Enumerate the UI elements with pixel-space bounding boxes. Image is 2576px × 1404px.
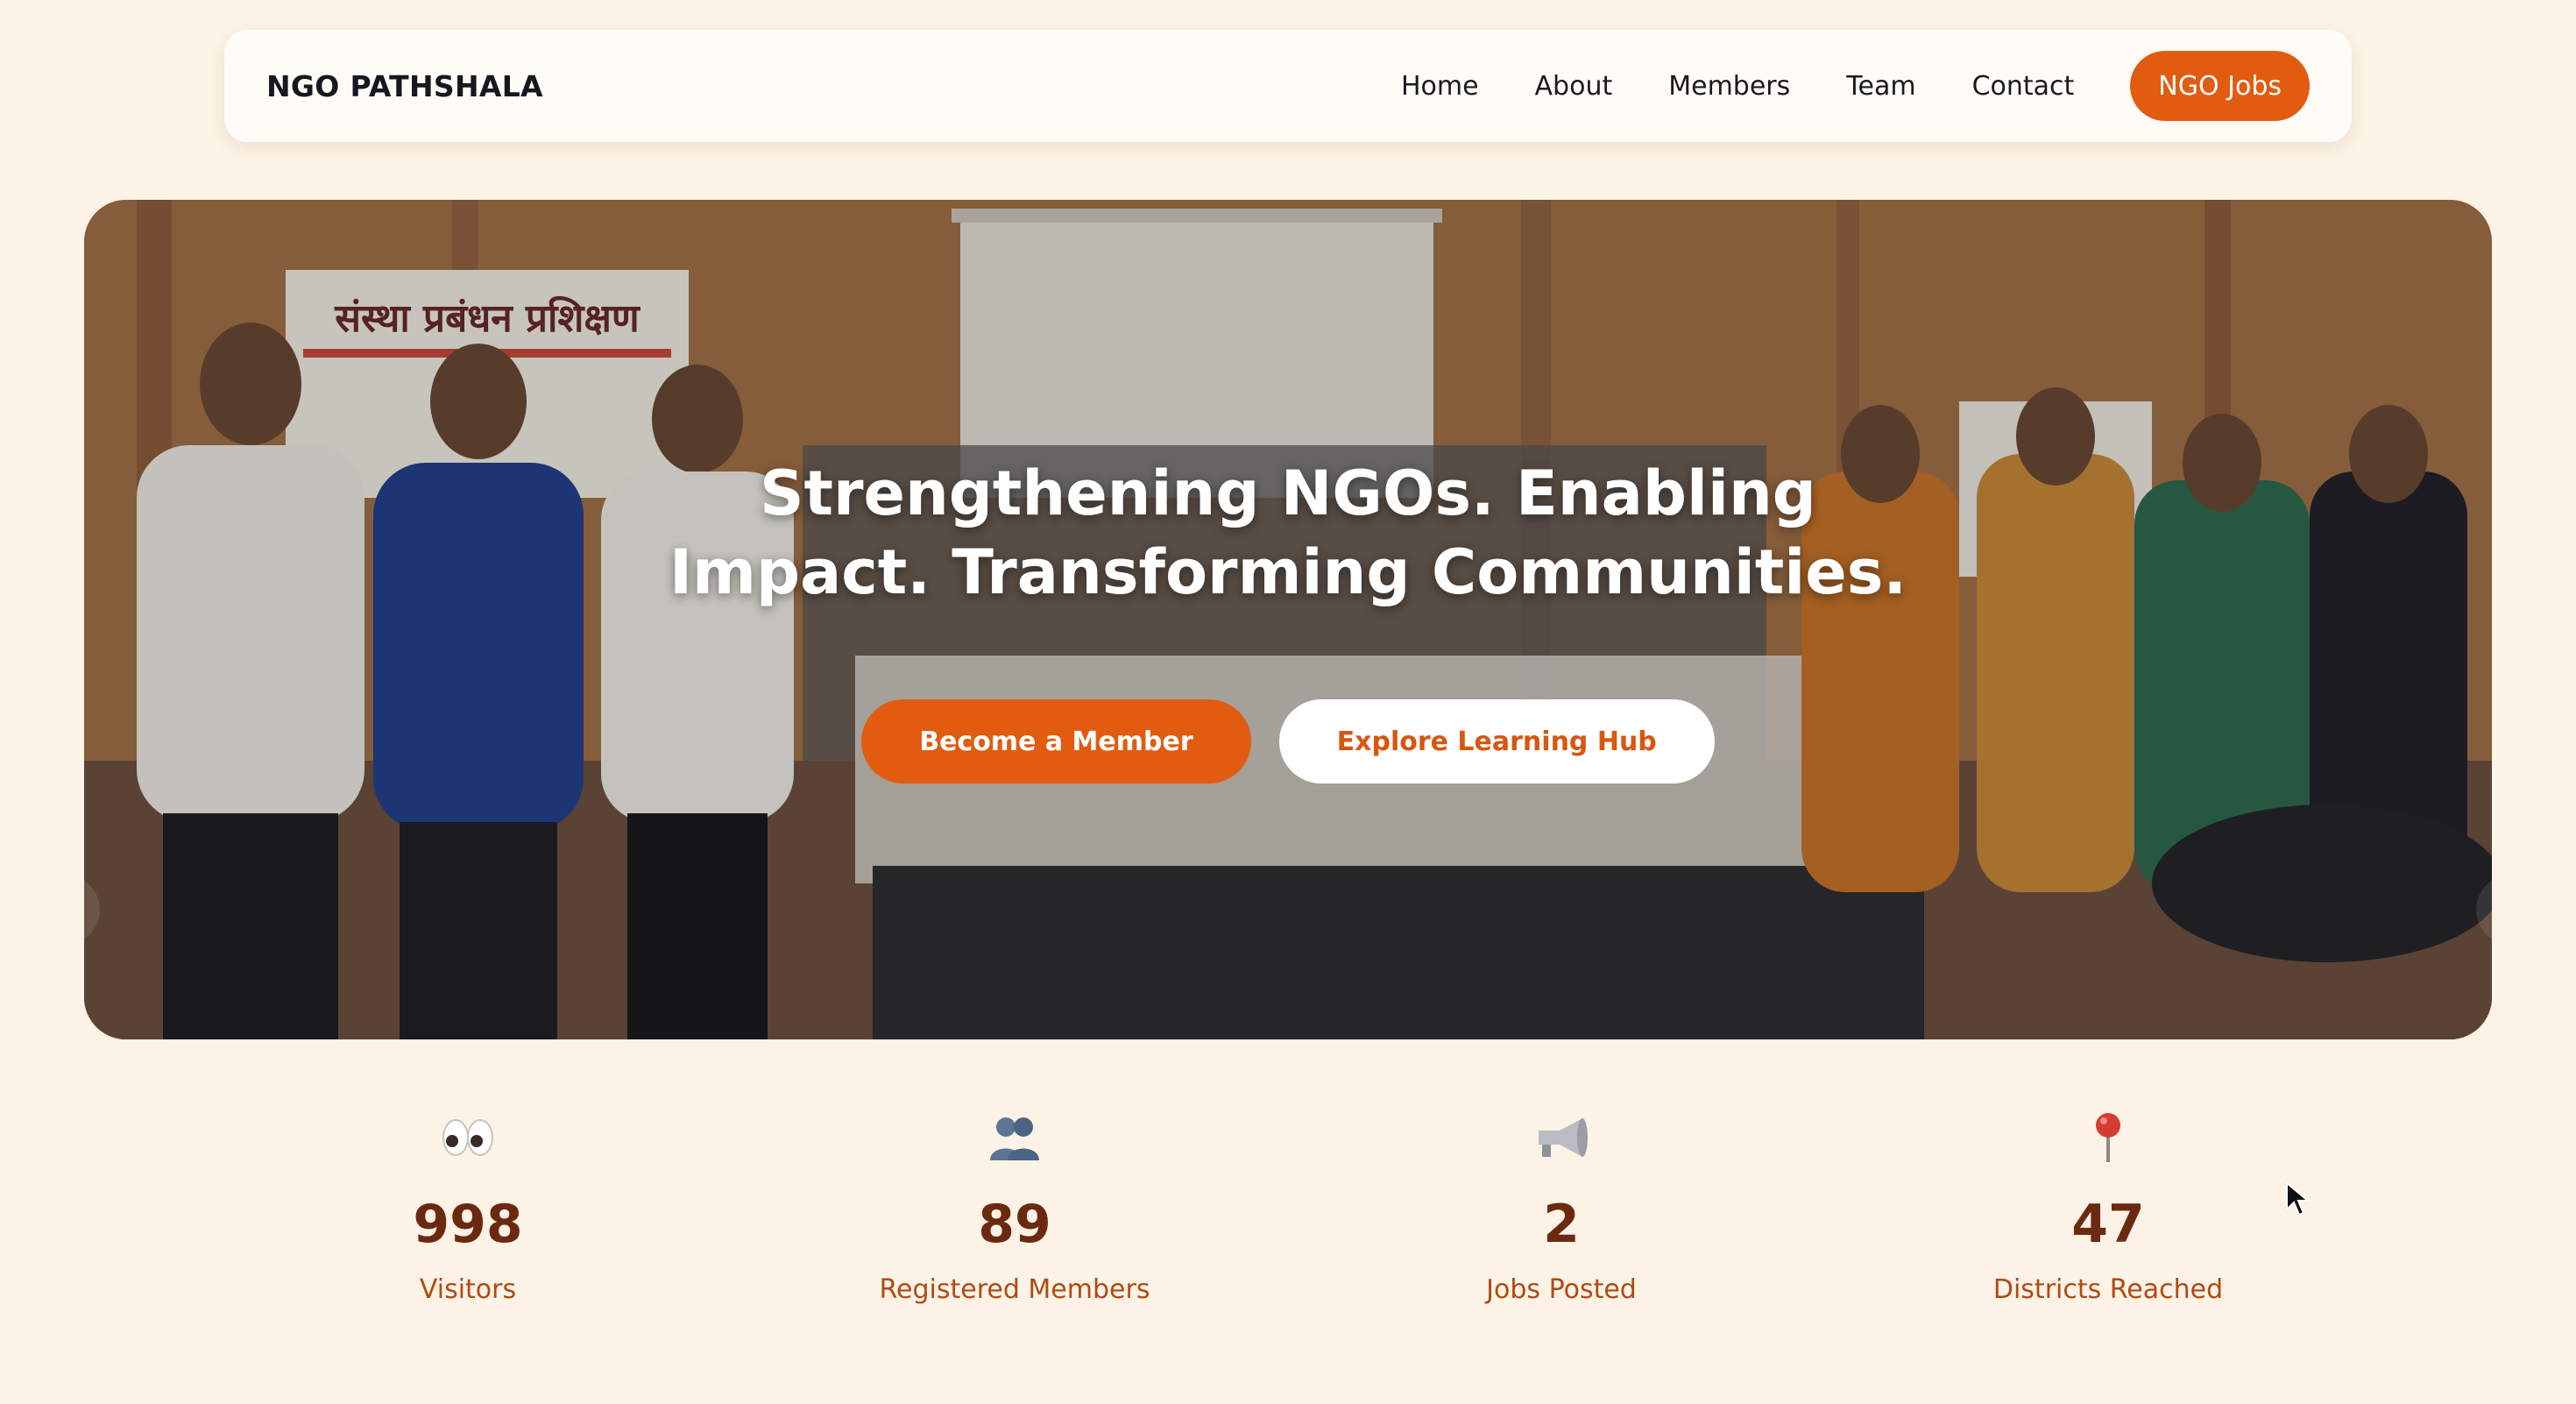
stat-number: 89 — [978, 1194, 1051, 1255]
nav-link-members[interactable]: Members — [1668, 71, 1790, 102]
nav-link-home[interactable]: Home — [1401, 71, 1479, 102]
navbar: NGO PATHSHALA Home About Members Team Co… — [224, 30, 2352, 142]
mouse-cursor-icon — [2286, 1181, 2310, 1216]
explore-learning-hub-button[interactable]: Explore Learning Hub — [1278, 699, 1715, 784]
stat-districts-reached: 47 Districts Reached — [1880, 1104, 2336, 1305]
stat-label: Jobs Posted — [1486, 1274, 1637, 1305]
stat-label: Registered Members — [879, 1274, 1150, 1305]
hero-title-line1: Strengthening NGOs. Enabling — [760, 457, 1816, 529]
stat-number: 998 — [413, 1194, 523, 1255]
megaphone-icon — [1334, 1104, 1789, 1171]
people-icon — [787, 1104, 1242, 1171]
hero-buttons: Become a Member Explore Learning Hub — [84, 699, 2492, 784]
stat-jobs-posted: 2 Jobs Posted — [1334, 1104, 1789, 1305]
stat-label: Districts Reached — [1992, 1274, 2224, 1305]
hero-overlay — [84, 200, 2492, 1039]
nav-link-team[interactable]: Team — [1846, 71, 1915, 102]
nav-links: Home About Members Team Contact NGO Jobs — [1345, 51, 2310, 121]
stat-number: 47 — [2071, 1194, 2145, 1255]
become-member-button[interactable]: Become a Member — [861, 699, 1251, 784]
hero-title-line2: Impact. Transforming Communities. — [669, 536, 1907, 608]
brand-logo[interactable]: NGO PATHSHALA — [266, 69, 543, 103]
stat-number: 2 — [1543, 1194, 1580, 1255]
hero-title: Strengthening NGOs. Enabling Impact. Tra… — [84, 454, 2492, 612]
pin-icon — [1880, 1104, 2336, 1171]
nav-link-about[interactable]: About — [1535, 71, 1613, 102]
hero-banner: संस्था प्रबंधन प्रशिक्षण Strengthening N… — [84, 200, 2492, 1039]
ngo-jobs-button[interactable]: NGO Jobs — [2130, 51, 2310, 121]
stat-visitors: 998 Visitors — [240, 1104, 696, 1305]
stat-registered-members: 89 Registered Members — [787, 1104, 1242, 1305]
eyes-icon — [240, 1104, 696, 1171]
stat-label: Visitors — [419, 1274, 517, 1305]
nav-link-contact[interactable]: Contact — [1972, 71, 2075, 102]
stats-section: 998 Visitors 89 Registered Members 2 Job… — [0, 1104, 2576, 1332]
